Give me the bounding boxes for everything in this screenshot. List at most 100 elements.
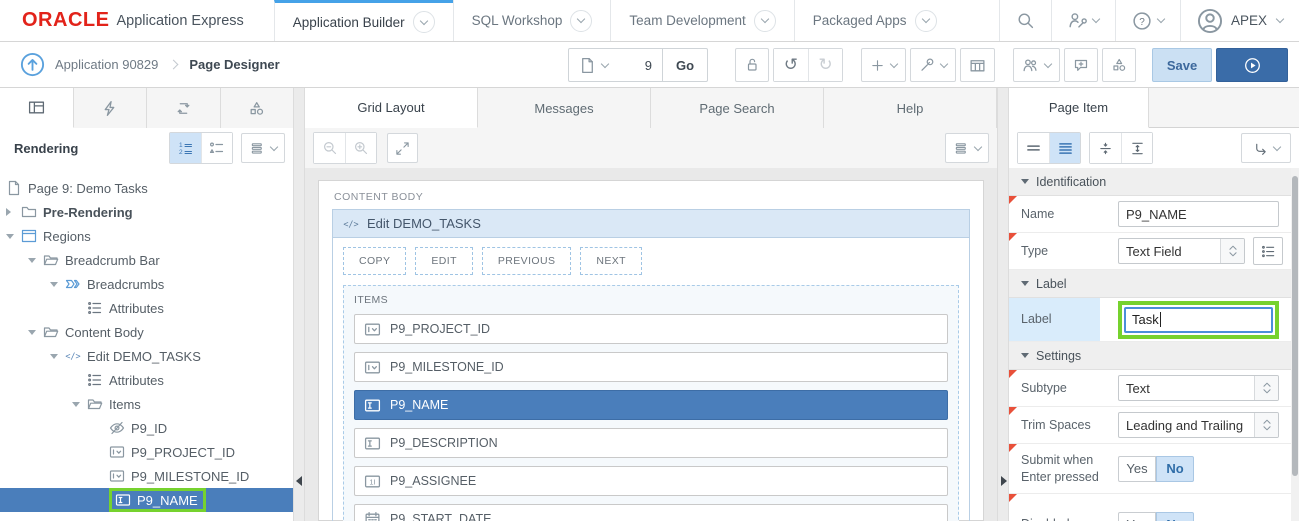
layout-item-p9-name[interactable]: P9_NAME: [354, 390, 948, 420]
undo-button[interactable]: ↺: [774, 49, 808, 81]
tab-page-item[interactable]: Page Item: [1009, 88, 1149, 128]
zoom-out-icon: [322, 140, 338, 156]
right-splitter[interactable]: [997, 88, 1009, 521]
button-next[interactable]: NEXT: [580, 247, 642, 275]
run-button[interactable]: [1216, 48, 1288, 82]
layout-item-p9-assignee[interactable]: 1I P9_ASSIGNEE: [354, 466, 948, 496]
order-by-sequence-button[interactable]: 12: [170, 133, 201, 163]
yes-button[interactable]: Yes: [1118, 512, 1156, 521]
layout-item-p9-description[interactable]: P9_DESCRIPTION: [354, 428, 948, 458]
collapse-right-icon: [1001, 476, 1007, 486]
shared-components-button[interactable]: [1102, 48, 1136, 82]
trim-spaces-select[interactable]: Leading and Trailing: [1118, 412, 1279, 438]
disabled-toggle: Yes No: [1118, 512, 1194, 521]
tree-node-attributes[interactable]: Attributes: [0, 368, 293, 392]
tree-menu-button[interactable]: [241, 133, 285, 163]
go-button[interactable]: Go: [662, 49, 707, 81]
tree-node-p9-milestone-id[interactable]: P9_MILESTONE_ID: [0, 464, 293, 488]
collapse-all-button[interactable]: [1090, 133, 1121, 163]
tree-node-p9-name[interactable]: P9_NAME: [0, 488, 293, 512]
administration-menu-button[interactable]: [1051, 0, 1115, 41]
app-home-icon[interactable]: [20, 52, 45, 77]
tree-node-items[interactable]: Items: [0, 392, 293, 416]
chevron-down-icon[interactable]: [754, 10, 776, 32]
tab-dynamic-actions[interactable]: [74, 88, 148, 128]
section-label[interactable]: Label: [1009, 270, 1291, 298]
no-button[interactable]: No: [1156, 512, 1194, 521]
layout-columns-button[interactable]: [960, 48, 995, 82]
chevron-down-icon[interactable]: [570, 10, 592, 32]
user-menu-button[interactable]: APEX: [1180, 0, 1299, 41]
tab-messages[interactable]: Messages: [478, 88, 651, 128]
region-edit-demo-tasks[interactable]: </> Edit DEMO_TASKS COPY EDIT PREVIOUS N…: [332, 209, 970, 521]
page-number-input[interactable]: 9: [618, 49, 662, 81]
yes-button[interactable]: Yes: [1118, 456, 1156, 482]
show-all-button[interactable]: [1049, 133, 1080, 163]
right-scrollbar[interactable]: [1291, 168, 1299, 521]
layout-item-p9-project-id[interactable]: P9_PROJECT_ID: [354, 314, 948, 344]
tree-node-edit-demo-tasks[interactable]: </> Edit DEMO_TASKS: [0, 344, 293, 368]
expand-button[interactable]: [387, 133, 418, 163]
page-finder-button[interactable]: [569, 49, 618, 81]
name-input[interactable]: P9_NAME: [1118, 201, 1279, 227]
section-identification[interactable]: Identification: [1009, 168, 1291, 196]
expand-all-button[interactable]: [1121, 133, 1152, 163]
tree-node-breadcrumbs[interactable]: Breadcrumbs: [0, 272, 293, 296]
go-to-menu-button[interactable]: [1241, 133, 1291, 163]
button-copy[interactable]: COPY: [343, 247, 406, 275]
utilities-menu-button[interactable]: [910, 48, 956, 82]
redo-button[interactable]: ↻: [808, 49, 842, 81]
zoom-in-button[interactable]: [345, 133, 376, 163]
tab-help[interactable]: Help: [824, 88, 997, 128]
tab-packaged-apps[interactable]: Packaged Apps: [794, 0, 955, 41]
select-spinner-icon[interactable]: [1254, 413, 1278, 437]
textarea-icon: [364, 435, 381, 452]
button-edit[interactable]: EDIT: [415, 247, 473, 275]
tab-processing[interactable]: [147, 88, 221, 128]
order-by-type-button[interactable]: [201, 133, 232, 163]
type-select[interactable]: Text Field: [1118, 238, 1245, 264]
region-header[interactable]: </> Edit DEMO_TASKS: [333, 210, 969, 238]
save-button[interactable]: Save: [1152, 48, 1212, 82]
tree-node-p9-project-id[interactable]: P9_PROJECT_ID: [0, 440, 293, 464]
tree-node-breadcrumb-bar[interactable]: Breadcrumb Bar: [0, 248, 293, 272]
left-splitter[interactable]: [293, 88, 305, 521]
chevron-down-icon[interactable]: [413, 11, 435, 33]
layout-item-p9-start-date[interactable]: P9_START_DATE: [354, 504, 948, 521]
tree-node-pre-rendering[interactable]: Pre-Rendering: [0, 200, 293, 224]
show-common-button[interactable]: [1018, 133, 1049, 163]
team-menu-button[interactable]: [1013, 48, 1060, 82]
tree-node-content-body[interactable]: Content Body: [0, 320, 293, 344]
help-menu-button[interactable]: ?: [1115, 0, 1180, 41]
tab-page-search[interactable]: Page Search: [651, 88, 824, 128]
layout-item-p9-milestone-id[interactable]: P9_MILESTONE_ID: [354, 352, 948, 382]
select-spinner-icon[interactable]: [1220, 239, 1244, 263]
lock-button[interactable]: [735, 48, 769, 82]
label-input[interactable]: Task: [1124, 307, 1273, 333]
list-icon: [1261, 244, 1276, 259]
search-button[interactable]: [999, 0, 1051, 41]
tab-grid-layout[interactable]: Grid Layout: [305, 88, 478, 128]
tab-sql-workshop[interactable]: SQL Workshop: [453, 0, 611, 41]
tab-shared-components[interactable]: [221, 88, 294, 128]
type-list-button[interactable]: [1253, 237, 1283, 265]
chevron-down-icon[interactable]: [915, 10, 937, 32]
tree-node-page[interactable]: Page 9: Demo Tasks: [0, 176, 293, 200]
tab-team-development[interactable]: Team Development: [610, 0, 793, 41]
create-menu-button[interactable]: [861, 48, 906, 82]
select-spinner-icon[interactable]: [1254, 376, 1278, 400]
tree-node-attributes[interactable]: Attributes: [0, 296, 293, 320]
button-previous[interactable]: PREVIOUS: [482, 247, 571, 275]
tree-node-regions[interactable]: Regions: [0, 224, 293, 248]
tree-node-p9-id[interactable]: P9_ID: [0, 416, 293, 440]
breadcrumb-application[interactable]: Application 90829: [55, 57, 158, 72]
tab-rendering[interactable]: [0, 88, 74, 128]
zoom-out-button[interactable]: [314, 133, 345, 163]
section-settings[interactable]: Settings: [1009, 342, 1291, 370]
tab-application-builder[interactable]: Application Builder: [274, 0, 453, 41]
layout-menu-button[interactable]: [945, 133, 989, 163]
subtype-select[interactable]: Text: [1118, 375, 1279, 401]
no-button[interactable]: No: [1156, 456, 1194, 482]
feedback-button[interactable]: [1064, 48, 1098, 82]
app-header: ORACLE Application Express Application B…: [0, 0, 1299, 42]
